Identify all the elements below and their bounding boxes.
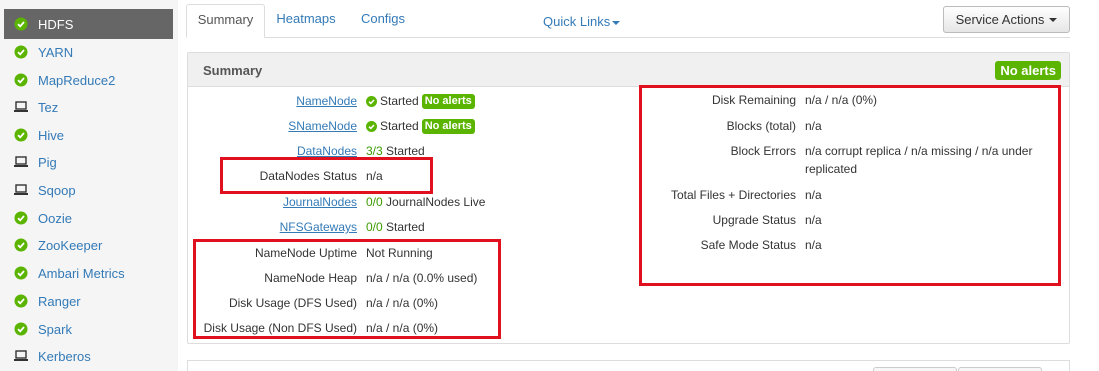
caret-down-icon: [612, 20, 621, 25]
total-files-label: Total Files + Directories: [670, 188, 796, 202]
sidebar-item-label: MapReduce2: [38, 72, 116, 88]
sidebar-item-label: Kerberos: [38, 348, 91, 364]
panel-button[interactable]: [873, 367, 957, 371]
block-errors-label: Block Errors: [730, 144, 796, 158]
check-circle-icon: [14, 73, 28, 87]
safe-mode-row: Safe Mode Status n/a: [0, 235, 1099, 255]
summary-panel-header: Summary No alerts: [188, 53, 1069, 87]
sidebar-item-label: HDFS: [38, 16, 74, 32]
disk-remaining-label: Disk Remaining: [711, 93, 796, 107]
blocks-total-row: Blocks (total) n/a: [0, 116, 1099, 136]
namenode-heap-row: NameNode Heap n/a / n/a (0.0% used): [0, 268, 1099, 288]
check-circle-icon: [14, 17, 28, 31]
total-files-row: Total Files + Directories n/a: [0, 185, 1099, 205]
check-circle-icon: [14, 45, 28, 59]
safe-mode-value: n/a: [805, 238, 822, 252]
sidebar-item-kerberos[interactable]: Kerberos: [4, 342, 173, 370]
disk-non-dfs-value: n/a / n/a (0%): [366, 321, 439, 335]
service-actions-label: Service Actions: [955, 12, 1045, 27]
quick-links-dropdown[interactable]: Quick Links: [543, 14, 621, 29]
blocks-total-label: Blocks (total): [726, 119, 796, 133]
tab-summary[interactable]: Summary: [186, 4, 265, 38]
caret-down-icon: [1049, 17, 1058, 22]
upgrade-status-row: Upgrade Status n/a: [0, 210, 1099, 230]
upgrade-status-label: Upgrade Status: [712, 213, 796, 227]
namenode-heap-value: n/a / n/a (0.0% used): [366, 271, 478, 285]
panel-button[interactable]: [958, 367, 1042, 371]
total-files-value: n/a: [805, 188, 822, 202]
disk-non-dfs-label: Disk Usage (Non DFS Used): [203, 321, 357, 335]
upgrade-status-value: n/a: [805, 213, 822, 227]
service-header: Summary Heatmaps Configs Quick Links Ser…: [186, 0, 1070, 38]
no-alerts-badge[interactable]: No alerts: [995, 61, 1061, 80]
sidebar-item-label: YARN: [38, 44, 74, 60]
tab-heatmaps[interactable]: Heatmaps: [270, 4, 342, 38]
metrics-panel: [187, 360, 1070, 371]
disk-dfs-row: Disk Usage (DFS Used) n/a / n/a (0%): [0, 293, 1099, 313]
block-errors-row: Block Errors n/a corrupt replica / n/a m…: [0, 141, 1099, 161]
disk-remaining-row: Disk Remaining n/a / n/a (0%): [0, 90, 1099, 110]
panel-title: Summary: [203, 63, 263, 78]
service-actions-button[interactable]: Service Actions: [943, 6, 1070, 33]
blocks-total-value: n/a: [805, 119, 822, 133]
disk-remaining-value: n/a / n/a (0%): [805, 93, 878, 107]
safe-mode-label: Safe Mode Status: [700, 238, 796, 252]
tab-configs[interactable]: Configs: [352, 4, 414, 38]
block-errors-row-cont: replicated: [0, 159, 1099, 179]
block-errors-value-line1: n/a corrupt replica / n/a missing / n/a …: [805, 144, 1033, 158]
quick-links-label: Quick Links: [543, 14, 611, 29]
disk-non-dfs-row: Disk Usage (Non DFS Used) n/a / n/a (0%): [0, 318, 1099, 338]
block-errors-value-line2: replicated: [805, 162, 858, 176]
sidebar-item-hdfs[interactable]: HDFS: [4, 9, 173, 39]
disk-dfs-value: n/a / n/a (0%): [366, 296, 439, 310]
namenode-heap-label: NameNode Heap: [264, 271, 357, 285]
sidebar-item-yarn[interactable]: YARN: [4, 38, 173, 66]
laptop-icon: [14, 349, 28, 363]
disk-dfs-label: Disk Usage (DFS Used): [228, 296, 357, 310]
